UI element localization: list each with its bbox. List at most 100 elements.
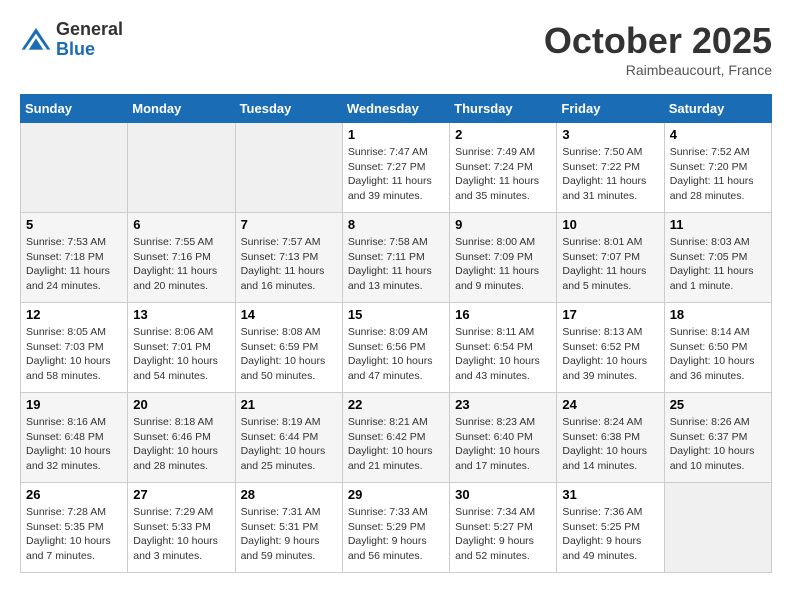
calendar-cell: 16 Sunrise: 8:11 AM Sunset: 6:54 PM Dayli… <box>450 303 557 393</box>
calendar-week-row: 1 Sunrise: 7:47 AM Sunset: 7:27 PM Daylig… <box>21 123 772 213</box>
calendar-cell: 23 Sunrise: 8:23 AM Sunset: 6:40 PM Dayli… <box>450 393 557 483</box>
day-number: 26 <box>26 487 122 502</box>
cell-info: Sunrise: 7:55 AM Sunset: 7:16 PM Dayligh… <box>133 235 229 294</box>
day-number: 22 <box>348 397 444 412</box>
cell-info: Sunrise: 7:52 AM Sunset: 7:20 PM Dayligh… <box>670 145 766 204</box>
weekday-header: Thursday <box>450 95 557 123</box>
cell-info: Sunrise: 7:53 AM Sunset: 7:18 PM Dayligh… <box>26 235 122 294</box>
calendar-cell: 31Sunrise: 7:36 AM Sunset: 5:25 PM Dayli… <box>557 483 664 573</box>
day-number: 30 <box>455 487 551 502</box>
month-title: October 2025 <box>544 20 772 62</box>
day-number: 5 <box>26 217 122 232</box>
weekday-header-row: SundayMondayTuesdayWednesdayThursdayFrid… <box>21 95 772 123</box>
day-number: 28 <box>241 487 337 502</box>
cell-info: Sunrise: 8:00 AM Sunset: 7:09 PM Dayligh… <box>455 235 551 294</box>
calendar-cell: 14 Sunrise: 8:08 AM Sunset: 6:59 PM Dayli… <box>235 303 342 393</box>
calendar-cell: 10Sunrise: 8:01 AM Sunset: 7:07 PM Dayli… <box>557 213 664 303</box>
day-number: 25 <box>670 397 766 412</box>
calendar-cell <box>235 123 342 213</box>
calendar-cell: 28 Sunrise: 7:31 AM Sunset: 5:31 PM Dayli… <box>235 483 342 573</box>
day-number: 21 <box>241 397 337 412</box>
cell-info: Sunrise: 7:49 AM Sunset: 7:24 PM Dayligh… <box>455 145 551 204</box>
day-number: 2 <box>455 127 551 142</box>
day-number: 12 <box>26 307 122 322</box>
calendar-cell: 29Sunrise: 7:33 AM Sunset: 5:29 PM Dayli… <box>342 483 449 573</box>
cell-info: Sunrise: 8:23 AM Sunset: 6:40 PM Dayligh… <box>455 415 551 474</box>
logo-blue-text: Blue <box>56 40 123 60</box>
cell-info: Sunrise: 7:47 AM Sunset: 7:27 PM Dayligh… <box>348 145 444 204</box>
calendar-cell: 5 Sunrise: 7:53 AM Sunset: 7:18 PM Daylig… <box>21 213 128 303</box>
day-number: 7 <box>241 217 337 232</box>
calendar-cell: 30 Sunrise: 7:34 AM Sunset: 5:27 PM Dayli… <box>450 483 557 573</box>
cell-info: Sunrise: 8:26 AM Sunset: 6:37 PM Dayligh… <box>670 415 766 474</box>
cell-info: Sunrise: 7:50 AM Sunset: 7:22 PM Dayligh… <box>562 145 658 204</box>
cell-info: Sunrise: 8:18 AM Sunset: 6:46 PM Dayligh… <box>133 415 229 474</box>
day-number: 16 <box>455 307 551 322</box>
calendar-cell <box>128 123 235 213</box>
cell-info: Sunrise: 7:36 AM Sunset: 5:25 PM Dayligh… <box>562 505 658 564</box>
day-number: 15 <box>348 307 444 322</box>
calendar-cell: 1 Sunrise: 7:47 AM Sunset: 7:27 PM Daylig… <box>342 123 449 213</box>
day-number: 8 <box>348 217 444 232</box>
calendar-cell: 25 Sunrise: 8:26 AM Sunset: 6:37 PM Dayli… <box>664 393 771 483</box>
calendar-cell: 7 Sunrise: 7:57 AM Sunset: 7:13 PM Daylig… <box>235 213 342 303</box>
cell-info: Sunrise: 7:31 AM Sunset: 5:31 PM Dayligh… <box>241 505 337 564</box>
cell-info: Sunrise: 8:24 AM Sunset: 6:38 PM Dayligh… <box>562 415 658 474</box>
day-number: 24 <box>562 397 658 412</box>
calendar-cell: 18Sunrise: 8:14 AM Sunset: 6:50 PM Dayli… <box>664 303 771 393</box>
weekday-header: Friday <box>557 95 664 123</box>
logo-icon <box>20 24 52 56</box>
cell-info: Sunrise: 7:58 AM Sunset: 7:11 PM Dayligh… <box>348 235 444 294</box>
day-number: 3 <box>562 127 658 142</box>
calendar-cell: 24 Sunrise: 8:24 AM Sunset: 6:38 PM Dayli… <box>557 393 664 483</box>
calendar-cell: 4Sunrise: 7:52 AM Sunset: 7:20 PM Daylig… <box>664 123 771 213</box>
day-number: 1 <box>348 127 444 142</box>
calendar-cell: 19 Sunrise: 8:16 AM Sunset: 6:48 PM Dayli… <box>21 393 128 483</box>
day-number: 23 <box>455 397 551 412</box>
calendar-cell: 21 Sunrise: 8:19 AM Sunset: 6:44 PM Dayli… <box>235 393 342 483</box>
calendar-cell: 3 Sunrise: 7:50 AM Sunset: 7:22 PM Daylig… <box>557 123 664 213</box>
day-number: 18 <box>670 307 766 322</box>
logo-text: General Blue <box>56 20 123 60</box>
weekday-header: Sunday <box>21 95 128 123</box>
calendar-cell: 2 Sunrise: 7:49 AM Sunset: 7:24 PM Daylig… <box>450 123 557 213</box>
weekday-header: Monday <box>128 95 235 123</box>
logo: General Blue <box>20 20 123 60</box>
cell-info: Sunrise: 8:16 AM Sunset: 6:48 PM Dayligh… <box>26 415 122 474</box>
calendar-cell: 15 Sunrise: 8:09 AM Sunset: 6:56 PM Dayli… <box>342 303 449 393</box>
day-number: 6 <box>133 217 229 232</box>
day-number: 11 <box>670 217 766 232</box>
calendar-cell: 22Sunrise: 8:21 AM Sunset: 6:42 PM Dayli… <box>342 393 449 483</box>
calendar-cell: 12 Sunrise: 8:05 AM Sunset: 7:03 PM Dayli… <box>21 303 128 393</box>
calendar-week-row: 5 Sunrise: 7:53 AM Sunset: 7:18 PM Daylig… <box>21 213 772 303</box>
calendar-week-row: 12 Sunrise: 8:05 AM Sunset: 7:03 PM Dayli… <box>21 303 772 393</box>
day-number: 10 <box>562 217 658 232</box>
weekday-header: Saturday <box>664 95 771 123</box>
cell-info: Sunrise: 8:08 AM Sunset: 6:59 PM Dayligh… <box>241 325 337 384</box>
cell-info: Sunrise: 8:03 AM Sunset: 7:05 PM Dayligh… <box>670 235 766 294</box>
cell-info: Sunrise: 8:05 AM Sunset: 7:03 PM Dayligh… <box>26 325 122 384</box>
day-number: 27 <box>133 487 229 502</box>
calendar-cell <box>664 483 771 573</box>
calendar-cell <box>21 123 128 213</box>
weekday-header: Wednesday <box>342 95 449 123</box>
cell-info: Sunrise: 8:19 AM Sunset: 6:44 PM Dayligh… <box>241 415 337 474</box>
cell-info: Sunrise: 8:11 AM Sunset: 6:54 PM Dayligh… <box>455 325 551 384</box>
cell-info: Sunrise: 7:34 AM Sunset: 5:27 PM Dayligh… <box>455 505 551 564</box>
cell-info: Sunrise: 8:09 AM Sunset: 6:56 PM Dayligh… <box>348 325 444 384</box>
calendar-cell: 11 Sunrise: 8:03 AM Sunset: 7:05 PM Dayli… <box>664 213 771 303</box>
title-block: October 2025 Raimbeaucourt, France <box>544 20 772 78</box>
day-number: 20 <box>133 397 229 412</box>
calendar-cell: 6 Sunrise: 7:55 AM Sunset: 7:16 PM Daylig… <box>128 213 235 303</box>
day-number: 9 <box>455 217 551 232</box>
calendar-week-row: 19 Sunrise: 8:16 AM Sunset: 6:48 PM Dayli… <box>21 393 772 483</box>
weekday-header: Tuesday <box>235 95 342 123</box>
cell-info: Sunrise: 8:13 AM Sunset: 6:52 PM Dayligh… <box>562 325 658 384</box>
cell-info: Sunrise: 7:28 AM Sunset: 5:35 PM Dayligh… <box>26 505 122 564</box>
calendar-cell: 20 Sunrise: 8:18 AM Sunset: 6:46 PM Dayli… <box>128 393 235 483</box>
calendar-cell: 27Sunrise: 7:29 AM Sunset: 5:33 PM Dayli… <box>128 483 235 573</box>
cell-info: Sunrise: 8:06 AM Sunset: 7:01 PM Dayligh… <box>133 325 229 384</box>
cell-info: Sunrise: 7:57 AM Sunset: 7:13 PM Dayligh… <box>241 235 337 294</box>
day-number: 14 <box>241 307 337 322</box>
day-number: 19 <box>26 397 122 412</box>
